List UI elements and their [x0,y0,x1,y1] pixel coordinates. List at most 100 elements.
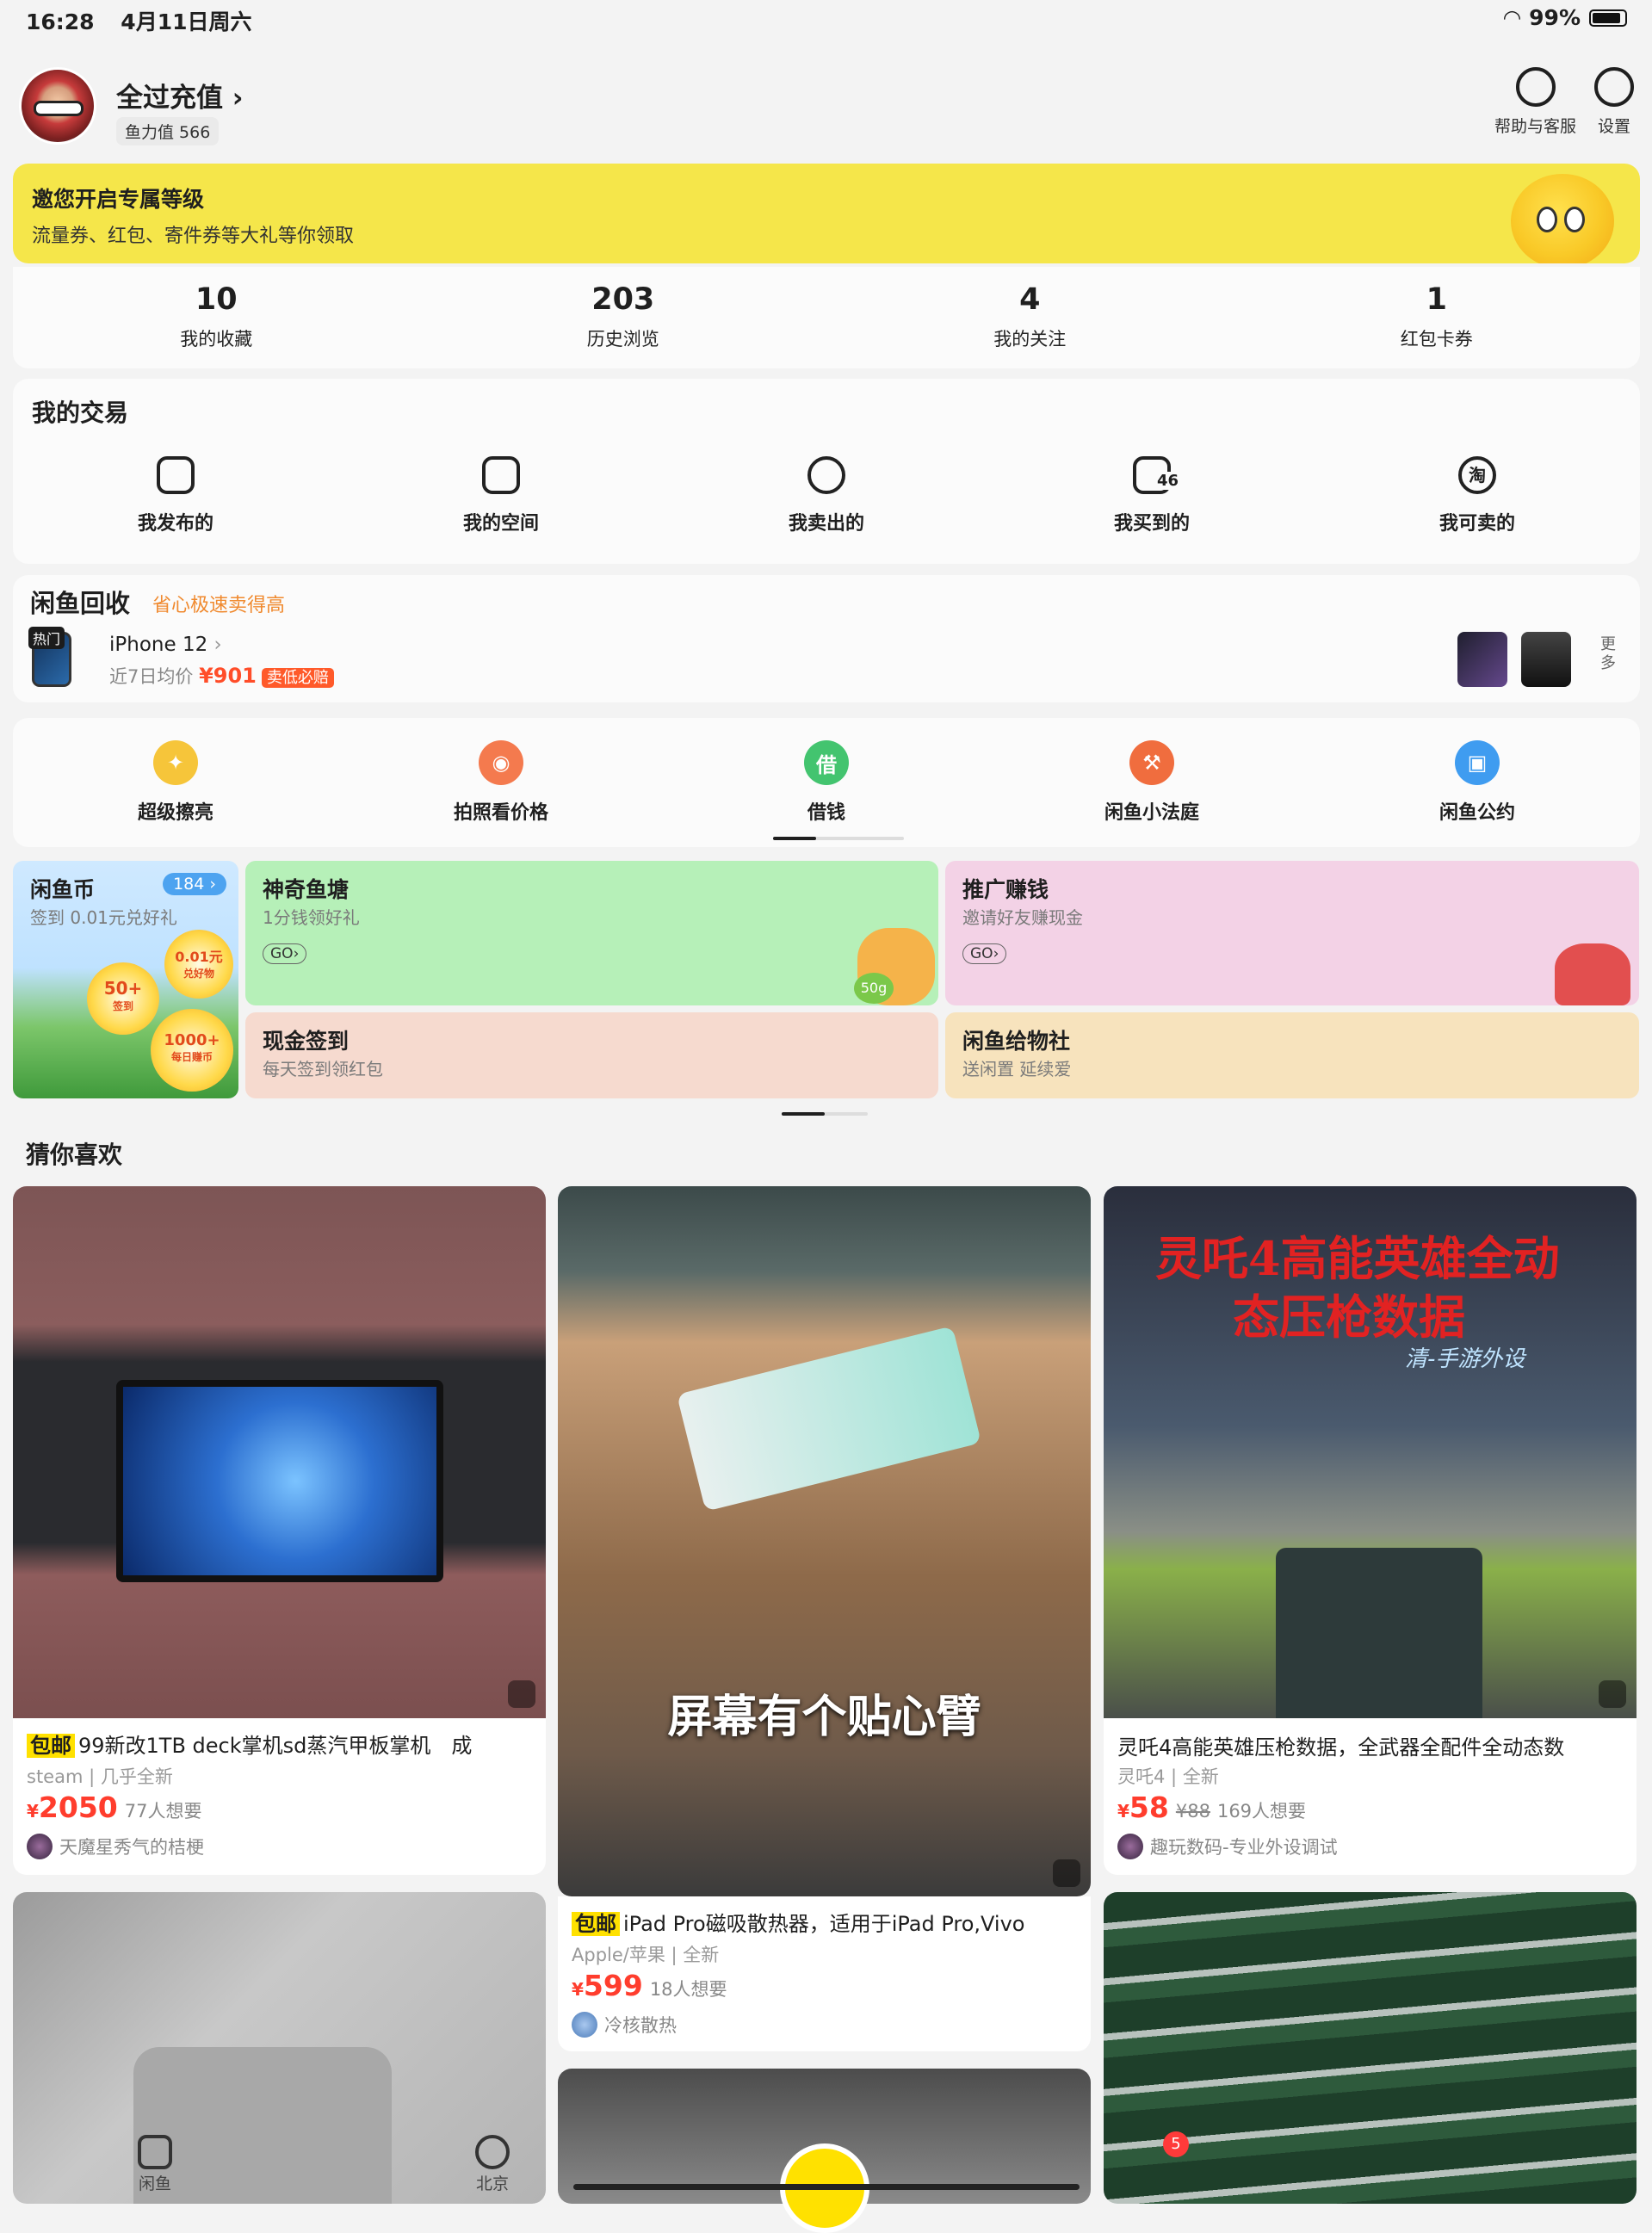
trade-space[interactable]: 我的空间 [338,456,664,535]
help-icon [1515,67,1556,107]
tool-court[interactable]: ⚒ 闲鱼小法庭 [989,740,1315,825]
product-meta: steam | 几乎全新 [27,1766,173,1787]
product-price: ¥599 18人想要 [572,1969,727,2002]
borrow-icon: 借 [804,740,849,785]
convention-icon: ▣ [1455,740,1500,785]
tab-home[interactable]: 闲鱼 [138,2135,172,2194]
checkin-title: 现金签到 [263,1029,350,1054]
charity-tile[interactable]: 闲鱼给物社 送闲置 延续爱 [945,1012,1639,1098]
seller-avatar [27,1834,53,1859]
product-seller[interactable]: 天魔星秀气的桔梗 [27,1834,204,1859]
recycle-slogan: 省心极速卖得高 [152,595,286,616]
trades-title: 我的交易 [32,399,129,427]
banner-subtitle: 流量券、红包、寄件券等大礼等你领取 [32,226,355,247]
wifi-icon: ◠ [1503,5,1521,30]
scan-icon[interactable] [1599,1680,1626,1708]
promote-sub: 邀请好友赚现金 [962,907,1083,928]
mascot-icon [1511,174,1614,263]
home-indicator [573,2184,1080,2190]
trade-published[interactable]: 我发布的 [13,456,338,535]
bought-icon: 46 [1133,456,1179,494]
coin-sub: 签到 0.01元兑好礼 [30,907,177,928]
messages-badge[interactable]: 5 [1163,2131,1189,2157]
trade-bought[interactable]: 46 我买到的 [989,456,1315,535]
stats-row: 10 我的收藏 203 历史浏览 4 我的关注 1 红包卡券 [13,267,1640,368]
avatar[interactable] [19,67,96,145]
profile-name[interactable]: 全过充值 › [116,76,244,114]
checkin-sub: 每天签到领红包 [263,1059,383,1079]
sellable-icon: 淘 [1458,456,1496,494]
help-service-button[interactable]: 帮助与客服 [1494,67,1576,137]
product-seller[interactable]: 冷核散热 [572,2012,677,2038]
seller-avatar [1117,1834,1143,1859]
tool-borrow[interactable]: 借借钱 [664,740,989,825]
level-banner[interactable]: 邀您开启专属等级 流量券、红包、寄件券等大礼等你领取 [13,164,1640,263]
recycle-model[interactable]: iPhone 12 › [109,634,222,656]
video-caption: 屏幕有个贴心臂 [667,1692,981,1743]
tab-location[interactable]: 北京 [475,2135,510,2194]
status-bar: 16:28 4月11日周六 ◠ 99% [26,5,1627,36]
profile-header: 全过充值 › 鱼力值 566 帮助与客服 设置 [0,60,1652,155]
location-icon [475,2135,510,2169]
fish-power-badge[interactable]: 鱼力值 566 [116,117,220,145]
product-title: 灵吒4高能英雄压枪数据，全武器全配件全动态数 [1117,1735,1565,1760]
hot-badge: 热门 [28,627,65,649]
money-bag-icon [1555,943,1630,1005]
guess-title: 猜你喜欢 [26,1141,123,1169]
settings-icon [1594,67,1634,107]
pond-sub: 1分钱领好礼 [263,907,360,928]
product-card[interactable]: 灵吒4高能英雄全动 态压枪数据 清-手游外设 灵吒4高能英雄压枪数据，全武器全配… [1104,1186,1637,1875]
scan-icon[interactable] [1053,1859,1080,1887]
product-card[interactable]: 屏幕有个贴心臂 [558,1186,1091,1896]
product-price: ¥58 ¥88 169人想要 [1117,1791,1307,1824]
tool-super-polish[interactable]: ✦ 超级擦亮 [13,740,338,825]
promote-tile[interactable]: 推广赚钱 邀请好友赚现金 GO› [945,861,1639,1005]
pond-go-button[interactable]: GO› [263,943,307,964]
product-title: 包邮 iPad Pro磁吸散热器，适用于iPad Pro,Vivo [572,1907,1080,1937]
battery-icon [1589,9,1627,27]
camera-thumbnail[interactable] [1521,632,1571,687]
tiles-page-indicator [782,1112,868,1116]
product-seller[interactable]: 趣玩数码-专业外设调试 [1117,1834,1338,1859]
recycle-card[interactable]: 闲鱼回收 省心极速卖得高 热门 iPhone 12 › 近7日均价 ¥901 卖低… [13,575,1640,702]
charity-title: 闲鱼给物社 [962,1029,1071,1054]
product-card[interactable]: 包邮 99新改1TB deck掌机sd蒸汽甲板掌机 成 steam | 几乎全新 … [13,1186,546,1875]
stat-history[interactable]: 203 历史浏览 [420,267,827,368]
magic-pond-tile[interactable]: 神奇鱼塘 1分钱领好礼 GO› 50g [245,861,938,1005]
tool-convention[interactable]: ▣ 闲鱼公约 [1315,740,1640,825]
pond-title: 神奇鱼塘 [263,877,350,902]
published-icon [157,456,195,494]
charity-sub: 送闲置 延续爱 [962,1059,1072,1079]
polish-icon: ✦ [153,740,198,785]
guarantee-tag: 卖低必赔 [261,668,334,688]
scan-icon[interactable] [508,1680,535,1708]
stat-coupons[interactable]: 1 红包卡券 [1234,267,1641,368]
seller-avatar [572,2012,597,2038]
stat-favorites[interactable]: 10 我的收藏 [13,267,420,368]
product-image: 灵吒4高能英雄全动 态压枪数据 清-手游外设 [1104,1186,1637,1718]
coin-daily: 1000+ 每日赚币 [151,1009,233,1092]
status-date: 4月11日周六 [121,9,252,34]
coin-balance-badge: 184 › [163,873,226,895]
promote-go-button[interactable]: GO› [962,943,1007,964]
trade-sold[interactable]: 我卖出的 [664,456,989,535]
fish-coin-tile[interactable]: 闲鱼币 签到 0.01元兑好礼 184 › 50+ 签到 0.01元 兑好物 100… [13,861,238,1098]
ipad-thumbnail[interactable] [1457,632,1507,687]
stat-following[interactable]: 4 我的关注 [826,267,1234,368]
settings-button[interactable]: 设置 [1594,67,1634,137]
product-image [13,1186,546,1718]
trade-sellable[interactable]: 淘我可卖的 [1315,456,1640,535]
status-time: 16:28 [26,9,95,34]
coin-title: 闲鱼币 [30,877,96,902]
banner-title: 邀您开启专属等级 [32,187,205,212]
gavel-icon: ⚒ [1129,740,1174,785]
product-info[interactable]: 包邮 iPad Pro磁吸散热器，适用于iPad Pro,Vivo Apple/苹… [558,1896,1091,2051]
product-price: ¥2050 77人想要 [27,1791,202,1824]
home-icon [138,2135,172,2169]
product-title: 包邮 99新改1TB deck掌机sd蒸汽甲板掌机 成 [27,1729,535,1759]
tool-photo-price[interactable]: ◉ 拍照看价格 [338,740,664,825]
pond-tag: 50g [854,973,894,1004]
more-link[interactable]: 更多 [1600,635,1624,673]
cash-checkin-tile[interactable]: 现金签到 每天签到领红包 [245,1012,938,1098]
sold-icon [807,456,845,494]
